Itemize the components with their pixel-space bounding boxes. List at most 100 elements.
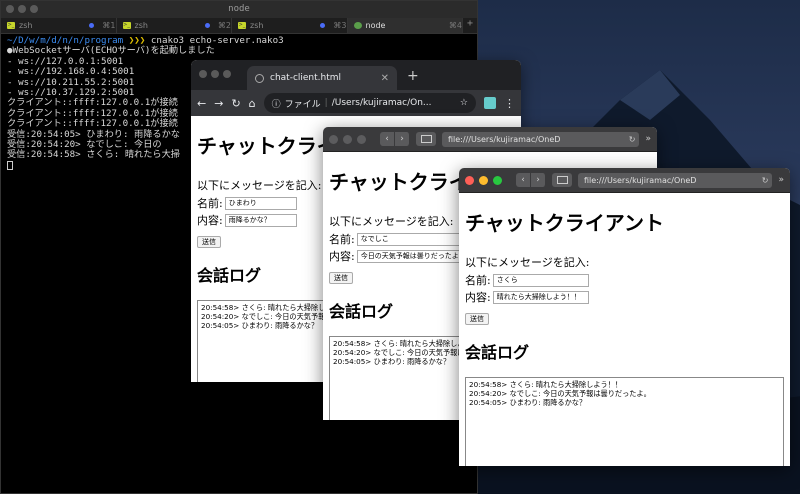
bookmark-star-icon[interactable]: ☆: [460, 98, 468, 108]
terminal-line: クライアント::ffff:127.0.0.1が接続: [7, 118, 178, 130]
zoom-button[interactable]: [223, 70, 231, 78]
back-icon[interactable]: ‹: [380, 132, 395, 146]
chat-page: チャットクライアント 以下にメッセージを記入: 名前: 内容: 送信 会話ログ …: [459, 193, 790, 466]
name-label: 名前:: [465, 274, 491, 287]
page-title: チャットクライアント: [465, 211, 664, 235]
terminal-tab-4[interactable]: node ⌘4: [347, 18, 463, 33]
send-button[interactable]: 送信: [465, 313, 489, 325]
reload-icon[interactable]: ↻: [762, 173, 769, 188]
name-row: 名前:: [465, 272, 784, 288]
window-controls[interactable]: [465, 175, 502, 185]
terminal-tab-1[interactable]: >_ zsh ⌘1: [1, 18, 117, 33]
minimize-button[interactable]: [479, 175, 488, 185]
content-input[interactable]: [492, 290, 589, 304]
log-title: 会話ログ: [465, 343, 530, 362]
prompt-path: ~/D/w/m/d/n/n/program: [7, 35, 124, 46]
intro-text: 以下にメッセージを記入:: [465, 256, 590, 269]
url-scheme: ファイル: [284, 99, 321, 110]
browser-tab[interactable]: chat-client.html ✕: [247, 66, 397, 90]
terminal-title: node: [228, 4, 250, 14]
send-button[interactable]: 送信: [197, 236, 221, 248]
close-tab-icon[interactable]: ✕: [381, 73, 389, 84]
url-text: file:///Users/kujiramac/OneD: [584, 175, 697, 185]
new-tab-button[interactable]: +: [463, 18, 477, 33]
name-input[interactable]: [224, 196, 297, 210]
content-label: 内容:: [329, 250, 355, 263]
terminal-line: - ws://10.211.55.2:5001: [7, 76, 135, 88]
terminal-titlebar[interactable]: node: [1, 1, 477, 18]
name-input[interactable]: [492, 273, 589, 287]
terminal-line: WebSocketサーバ(ECHOサーバ)を起動しました: [12, 45, 215, 57]
tab-shortcut: ⌘2: [217, 21, 231, 30]
menu-kebab-icon[interactable]: ⋮: [504, 97, 515, 110]
url-path: /Users/kujiramac/On...: [331, 98, 432, 108]
tab-title: chat-client.html: [270, 73, 342, 83]
info-icon[interactable]: ⓘ: [272, 97, 281, 110]
more-icon[interactable]: »: [645, 134, 651, 144]
terminal-app-icon: >_: [122, 22, 131, 29]
tab-label: node: [365, 21, 386, 30]
new-tab-button[interactable]: +: [407, 68, 419, 84]
safari-window-2[interactable]: ‹ › file:///Users/kujiramac/OneD ↻ » チャッ…: [459, 168, 790, 466]
terminal-line: クライアント::ffff:127.0.0.1が接続: [7, 97, 178, 109]
url-text: file:///Users/kujiramac/OneD: [448, 134, 561, 144]
more-icon[interactable]: »: [778, 175, 784, 185]
window-controls[interactable]: [199, 70, 231, 78]
extension-icon[interactable]: [484, 97, 496, 109]
zoom-button[interactable]: [30, 5, 38, 13]
back-icon[interactable]: ‹: [516, 173, 531, 187]
terminal-line: - ws://192.168.0.4:5001: [7, 66, 135, 78]
address-bar[interactable]: ⓘ ファイル | /Users/kujiramac/On... ☆: [263, 93, 476, 113]
zoom-button[interactable]: [357, 134, 366, 144]
reload-icon[interactable]: ↻: [231, 97, 240, 110]
close-button[interactable]: [465, 175, 474, 185]
terminal-line: 受信:20:54:58> さくら: 晴れたら大掃: [7, 149, 180, 161]
name-label: 名前:: [329, 233, 355, 246]
sidebar-toggle-icon[interactable]: [552, 173, 572, 187]
forward-icon[interactable]: ›: [531, 173, 546, 187]
terminal-tab-2[interactable]: >_ zsh ⌘2: [117, 18, 232, 33]
command-text: cnako3 echo-server.nako3: [150, 35, 284, 46]
log-line: 20:54:58> さくら: 晴れたら大掃除しよう！！: [469, 380, 623, 389]
minimize-button[interactable]: [18, 5, 26, 13]
address-bar[interactable]: file:///Users/kujiramac/OneD ↻: [578, 172, 773, 188]
globe-icon: [255, 73, 264, 83]
terminal-tab-3[interactable]: >_ zsh ⌘3: [232, 18, 348, 33]
nav-buttons: ‹ ›: [380, 132, 410, 146]
safari-toolbar: ‹ › file:///Users/kujiramac/OneD ↻ »: [323, 127, 657, 152]
minimize-button[interactable]: [343, 134, 352, 144]
close-button[interactable]: [6, 5, 14, 13]
terminal-app-icon: >_: [7, 22, 15, 29]
safari-toolbar: ‹ › file:///Users/kujiramac/OneD ↻ »: [459, 168, 790, 193]
close-button[interactable]: [199, 70, 207, 78]
sidebar-toggle-icon[interactable]: [416, 132, 436, 146]
reload-icon[interactable]: ↻: [629, 132, 636, 147]
window-controls[interactable]: [329, 134, 366, 144]
name-label: 名前:: [197, 197, 223, 210]
chat-log[interactable]: 20:54:58> さくら: 晴れたら大掃除しよう！！ 20:54:20> なで…: [465, 377, 784, 466]
minimize-button[interactable]: [211, 70, 219, 78]
nav-buttons: ‹ ›: [516, 173, 546, 187]
address-bar[interactable]: file:///Users/kujiramac/OneD ↻: [442, 131, 640, 147]
content-label: 内容:: [465, 291, 491, 304]
log-line: 20:54:05> ひまわり: 雨降るかな？: [469, 398, 587, 407]
terminal-app-icon: >_: [238, 22, 246, 29]
zoom-button[interactable]: [493, 175, 502, 185]
forward-icon[interactable]: ›: [395, 132, 410, 146]
activity-dot-icon: [320, 23, 326, 28]
tab-shortcut: ⌘1: [102, 21, 116, 30]
forward-icon[interactable]: →: [214, 97, 223, 110]
url-separator: |: [324, 98, 328, 108]
terminal-line: - ws://127.0.0.1:5001: [7, 55, 124, 67]
terminal-cursor: [7, 160, 13, 170]
back-icon[interactable]: ←: [197, 97, 206, 110]
send-button[interactable]: 送信: [329, 272, 353, 284]
content-label: 内容:: [197, 214, 223, 227]
tab-label: zsh: [19, 21, 33, 30]
window-controls[interactable]: [6, 5, 38, 13]
content-input[interactable]: [224, 213, 297, 227]
content-row: 内容:: [465, 289, 784, 305]
home-icon[interactable]: ⌂: [249, 97, 256, 110]
prompt-arrows: ❯❯❯: [128, 35, 146, 46]
close-button[interactable]: [329, 134, 338, 144]
